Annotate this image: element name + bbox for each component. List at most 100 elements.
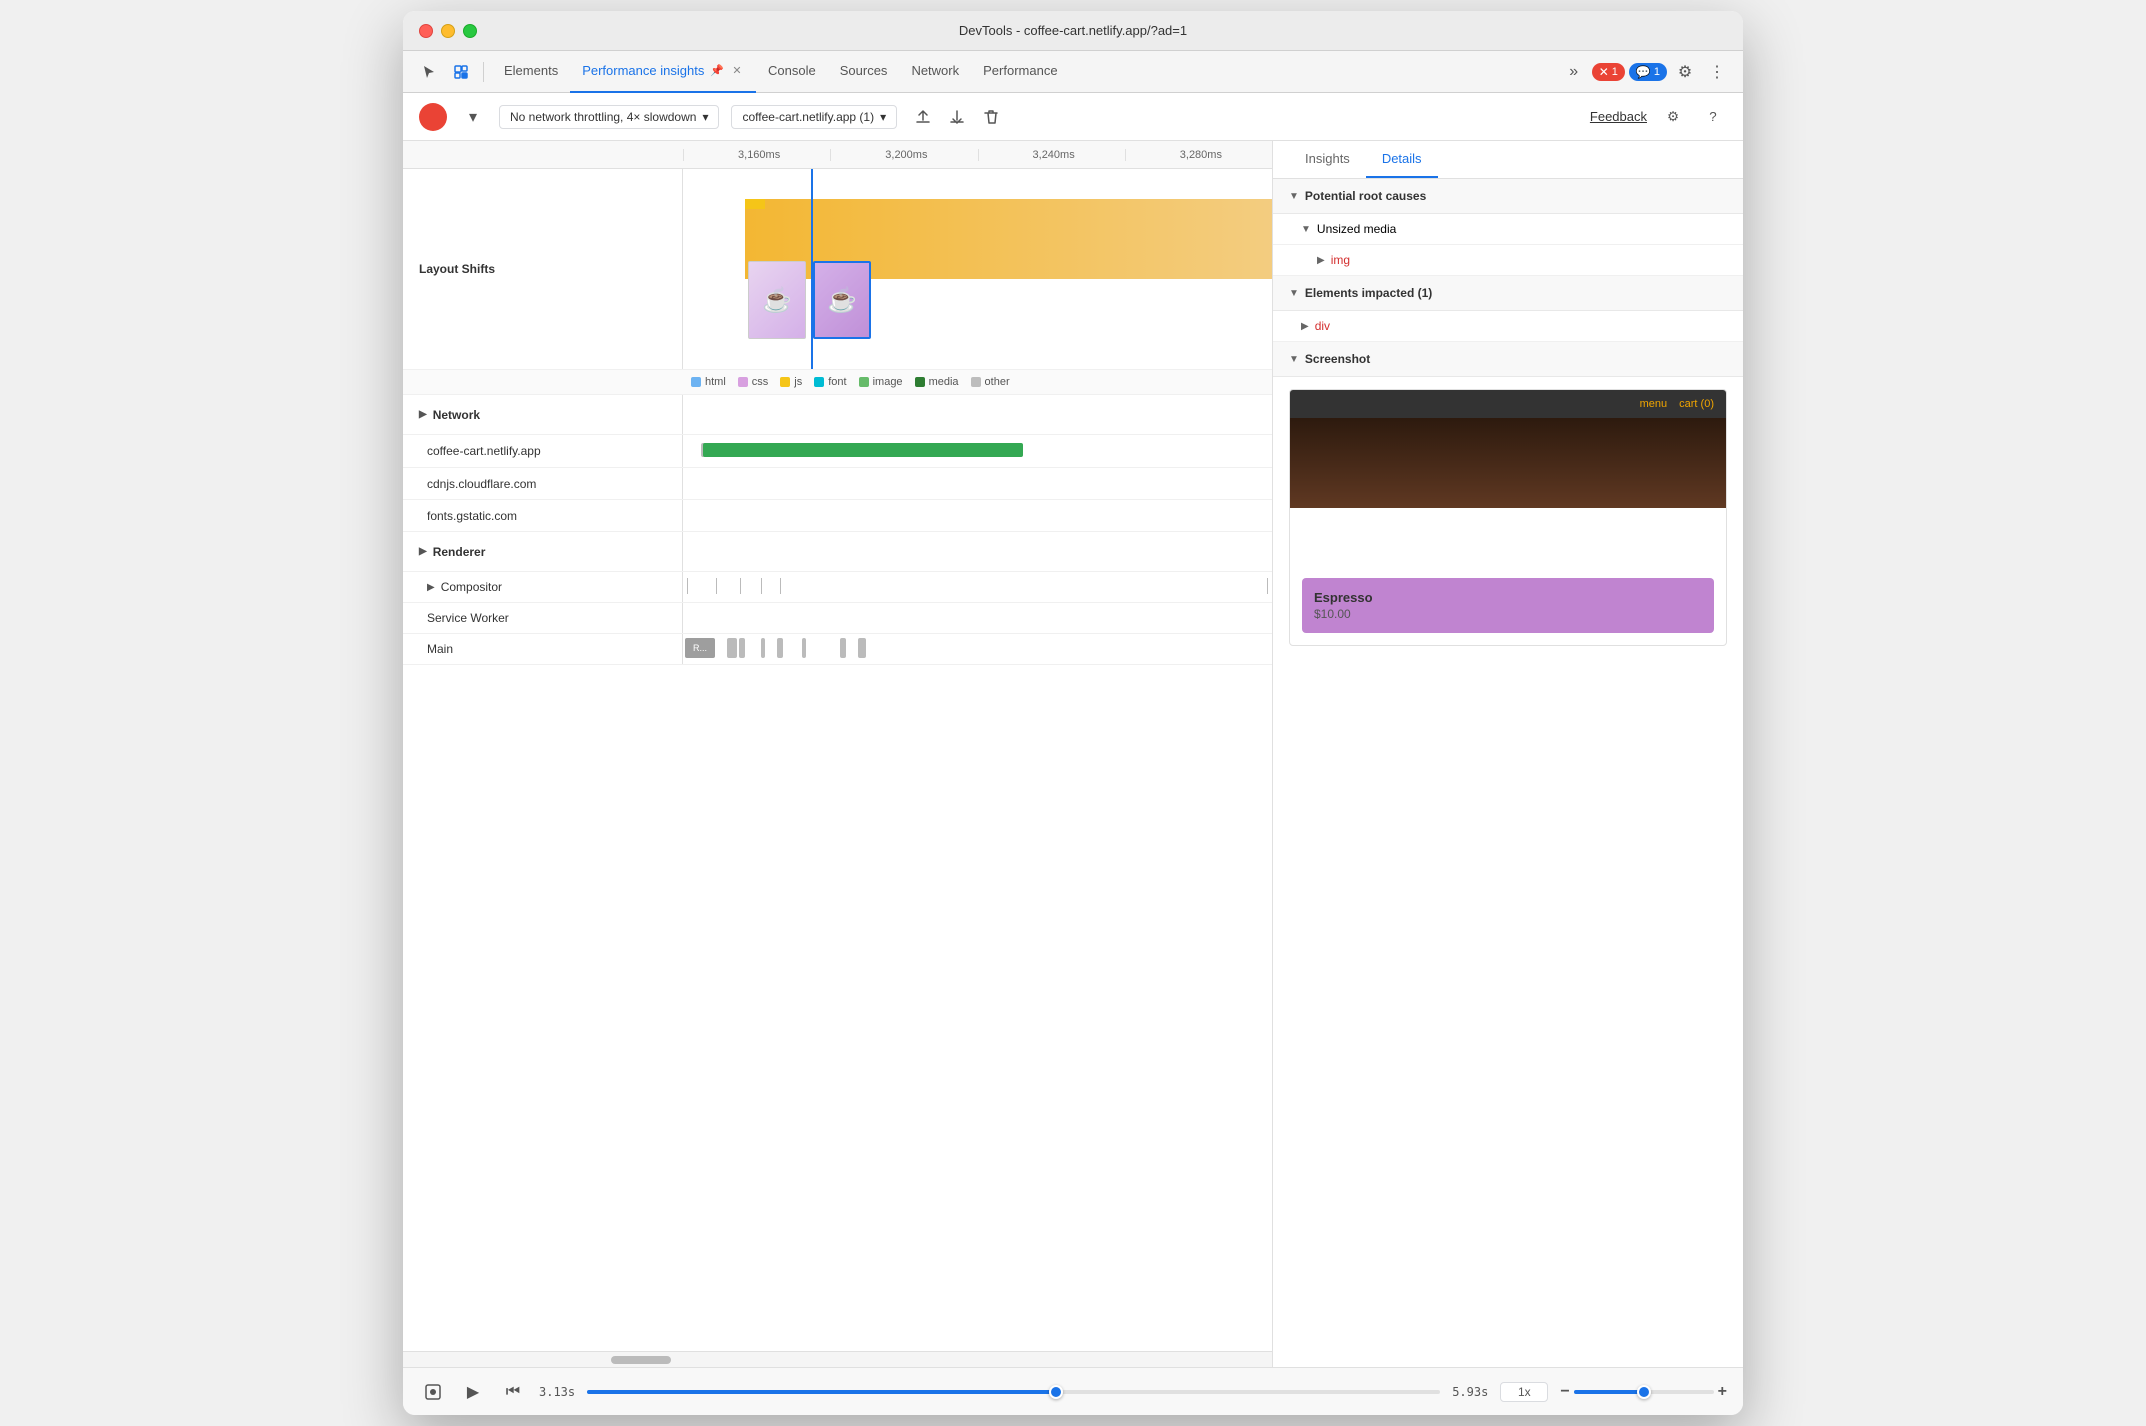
service-worker-label: Service Worker <box>403 603 683 633</box>
chevron-down-icon-url: ▾ <box>880 110 886 124</box>
expand-arrow-screenshot: ▼ <box>1289 354 1299 365</box>
legend-media: media <box>915 376 959 388</box>
expand-arrow-div: ▶ <box>1301 321 1309 332</box>
elements-impacted-header[interactable]: ▼ Elements impacted (1) <box>1273 276 1743 311</box>
network-row-1-content <box>683 468 1272 499</box>
feedback-link[interactable]: Feedback <box>1590 109 1647 124</box>
tick <box>1267 578 1268 594</box>
tick <box>716 578 717 594</box>
img-link[interactable]: img <box>1331 253 1350 267</box>
toolbar-right: » ✕ 1 💬 1 ⚙ ⋮ <box>1560 58 1731 86</box>
tab-console[interactable]: Console <box>756 51 828 93</box>
layout-shifts-content: ☕ ☕ <box>683 169 1272 369</box>
zoom-slider[interactable] <box>1574 1390 1714 1394</box>
zoom-slider-thumb[interactable] <box>1637 1385 1651 1399</box>
img-link-item[interactable]: ▶ img <box>1273 245 1743 276</box>
main-label: Main <box>403 634 683 664</box>
renderer-content <box>683 532 1272 571</box>
horizontal-scrollbar[interactable] <box>403 1351 1272 1367</box>
time-start-label: 3.13s <box>539 1385 575 1399</box>
url-dropdown[interactable]: coffee-cart.netlify.app (1) ▾ <box>731 105 897 129</box>
timeline-area[interactable]: 3,160ms 3,200ms 3,240ms 3,280ms Layout S… <box>403 141 1272 1351</box>
zoom-in-icon[interactable]: + <box>1718 1383 1727 1401</box>
action-bar: ▾ No network throttling, 4× slowdown ▾ c… <box>403 93 1743 141</box>
tab-network[interactable]: Network <box>899 51 971 93</box>
tab-sources[interactable]: Sources <box>828 51 900 93</box>
scrollbar-thumb-horizontal[interactable] <box>611 1356 671 1364</box>
mug-icon-before: ☕ <box>762 286 792 315</box>
main-chunk-4 <box>777 638 783 658</box>
tab-performance[interactable]: Performance <box>971 51 1069 93</box>
close-button[interactable] <box>419 24 433 38</box>
renderer-track: ▶ Renderer <box>403 532 1272 572</box>
screenshot-preview: menu cart (0) Espresso $10.00 <box>1289 389 1727 646</box>
chevron-down-icon: ▾ <box>702 110 708 124</box>
div-link-item[interactable]: ▶ div <box>1273 311 1743 342</box>
main-chunk-1 <box>727 638 737 658</box>
compositor-content <box>683 572 1272 602</box>
comment-badge[interactable]: 💬 1 <box>1629 63 1667 81</box>
network-row-0: coffee-cart.netlify.app <box>403 435 1272 468</box>
help-button[interactable]: ? <box>1699 103 1727 131</box>
div-link[interactable]: div <box>1315 319 1330 333</box>
window-title: DevTools - coffee-cart.netlify.app/?ad=1 <box>959 23 1187 38</box>
zoom-out-icon[interactable]: − <box>1560 1383 1569 1401</box>
delete-button[interactable] <box>977 103 1005 131</box>
main-chunk-3 <box>761 638 765 658</box>
minimize-button[interactable] <box>441 24 455 38</box>
mug-icon-after: ☕ <box>827 286 857 315</box>
potential-root-causes-header[interactable]: ▼ Potential root causes <box>1273 179 1743 214</box>
dropdown-arrow-button[interactable]: ▾ <box>459 103 487 131</box>
maximize-button[interactable] <box>463 24 477 38</box>
network-legend: html css js font <box>403 370 1272 395</box>
skip-to-start-button[interactable]: ⏮ <box>499 1378 527 1406</box>
product-name: Espresso <box>1314 590 1702 605</box>
timeline-slider-thumb[interactable] <box>1049 1385 1063 1399</box>
inspect-element-button[interactable] <box>447 58 475 86</box>
right-content: ▼ Potential root causes ▼ Unsized media … <box>1273 179 1743 658</box>
tab-close-button[interactable]: ✕ <box>730 64 744 78</box>
title-bar: DevTools - coffee-cart.netlify.app/?ad=1 <box>403 11 1743 51</box>
throttle-dropdown[interactable]: No network throttling, 4× slowdown ▾ <box>499 105 719 129</box>
record-button[interactable] <box>419 103 447 131</box>
settings-button[interactable]: ⚙ <box>1671 58 1699 86</box>
layout-shift-thumbnail-after[interactable]: ☕ <box>813 261 871 339</box>
play-button[interactable]: ▶ <box>459 1378 487 1406</box>
timeline-slider[interactable] <box>587 1390 1440 1394</box>
time-tick-2: 3,240ms <box>978 149 1125 161</box>
legend-font: font <box>814 376 846 388</box>
zoom-level-label: 1x <box>1500 1382 1548 1402</box>
customize-button[interactable]: ⋮ <box>1703 58 1731 86</box>
download-button[interactable] <box>943 103 971 131</box>
tick <box>687 578 688 594</box>
network-label: ▶ Network <box>403 395 683 434</box>
network-row-1: cdnjs.cloudflare.com <box>403 468 1272 500</box>
compositor-label: ▶ Compositor <box>403 572 683 602</box>
expand-arrow-root: ▼ <box>1289 191 1299 202</box>
upload-button[interactable] <box>909 103 937 131</box>
network-bar-0 <box>683 435 1272 467</box>
service-worker-track: Service Worker <box>403 603 1272 634</box>
expand-arrow-img: ▶ <box>1317 255 1325 266</box>
right-panel: Insights Details ▼ Potential root causes… <box>1273 141 1743 1367</box>
network-content-header <box>683 395 1272 434</box>
expand-arrow-impacted: ▼ <box>1289 288 1299 299</box>
gear-icon-button[interactable]: ⚙ <box>1659 103 1687 131</box>
screenshot-header[interactable]: ▼ Screenshot <box>1273 342 1743 377</box>
error-badge[interactable]: ✕ 1 <box>1592 63 1625 81</box>
tab-details[interactable]: Details <box>1366 141 1438 178</box>
more-tabs-button[interactable]: » <box>1560 58 1588 86</box>
tab-performance-insights[interactable]: Performance insights 📌 ✕ <box>570 51 756 93</box>
cursor-tool-button[interactable] <box>415 58 443 86</box>
legend-dot-media <box>915 377 925 387</box>
tab-insights[interactable]: Insights <box>1289 141 1366 178</box>
renderer-label: ▶ Renderer <box>403 532 683 571</box>
tab-elements[interactable]: Elements <box>492 51 570 93</box>
main-area: 3,160ms 3,200ms 3,240ms 3,280ms Layout S… <box>403 141 1743 1367</box>
layout-shifts-label: Layout Shifts <box>403 169 683 369</box>
main-chunk-r: R... <box>685 638 715 658</box>
layout-shift-thumbnail-before[interactable]: ☕ <box>748 261 806 339</box>
screen-record-button[interactable] <box>419 1378 447 1406</box>
legend-dot-html <box>691 377 701 387</box>
layout-shift-strip <box>745 199 765 209</box>
